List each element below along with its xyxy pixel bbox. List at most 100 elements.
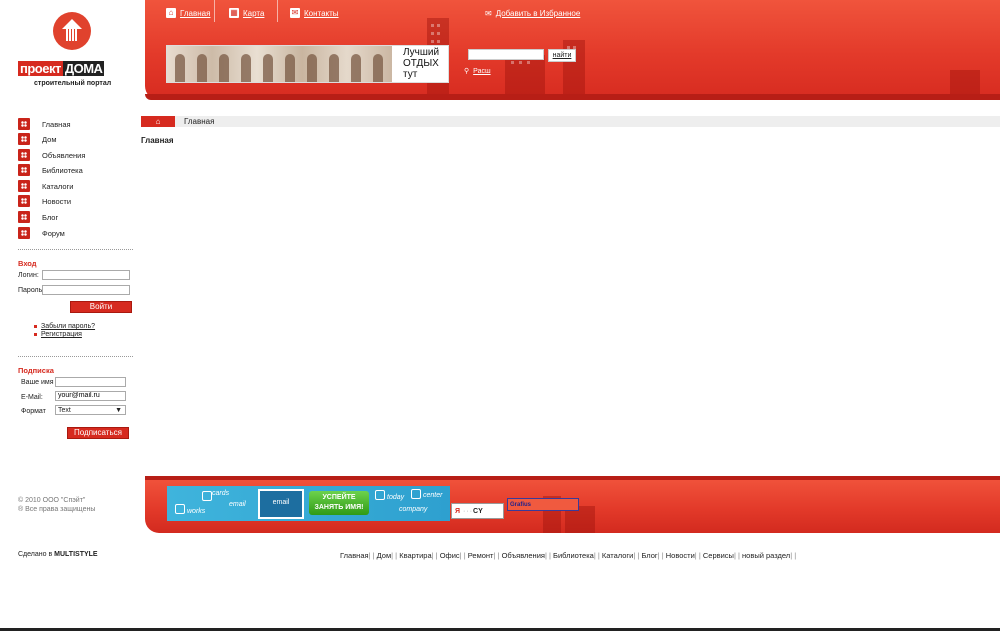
ad-cta-line1: УСПЕЙТЕ: [322, 494, 356, 501]
subscribe-button[interactable]: Подписаться: [67, 427, 129, 439]
logo[interactable]: проект ДОМА: [18, 61, 105, 76]
format-select[interactable]: Text ▼: [55, 405, 126, 415]
sidebar-item-label: Новости: [42, 196, 72, 206]
bottom-link[interactable]: Каталоги: [602, 551, 633, 560]
header-ad-banner[interactable]: Лучший ОТДЫХ тут: [166, 45, 449, 83]
password-input[interactable]: [42, 285, 130, 295]
login-input[interactable]: [42, 270, 130, 280]
login-button[interactable]: Войти: [70, 301, 132, 313]
register-link[interactable]: Регистрация: [34, 331, 82, 338]
yandex-cy-counter[interactable]: Я ···CY: [451, 503, 504, 519]
menu-bullet-icon: [18, 180, 30, 192]
banner-image: [167, 46, 392, 82]
ad-cta-button[interactable]: УСПЕЙТЕ ЗАНЯТЬ ИМЯ!: [309, 491, 369, 515]
logo-part2: ДОМА: [62, 61, 105, 76]
bullet-icon: [34, 333, 37, 336]
grafius-counter[interactable]: Grafius: [507, 498, 579, 511]
checkbox-icon: [411, 489, 421, 499]
topnav-home-label: Главная: [180, 8, 211, 18]
sidebar-item-label: Главная: [42, 119, 71, 129]
sidebar-item-ads[interactable]: Объявления: [18, 149, 85, 161]
topnav-map-label: Карта: [243, 8, 265, 18]
topnav-contacts[interactable]: ✉ Контакты: [290, 6, 339, 20]
format-value: Text: [58, 407, 71, 414]
grafius-label: Grafius: [510, 502, 532, 508]
menu-bullet-icon: [18, 164, 30, 176]
bottom-link[interactable]: Сервисы: [703, 551, 734, 560]
checkbox-icon: [175, 504, 185, 514]
advanced-search-link[interactable]: ⚲ Расш: [464, 67, 491, 76]
ad-word: works: [187, 508, 206, 515]
bottom-link[interactable]: Объявления: [502, 551, 545, 560]
building-decoration: [505, 55, 545, 94]
logo-icon[interactable]: [53, 12, 91, 50]
bottom-link[interactable]: новый раздел: [742, 551, 790, 560]
email-input[interactable]: [55, 391, 126, 401]
add-favorites-link[interactable]: ✉ Добавить в Избранное: [485, 6, 580, 20]
bottom-link[interactable]: Новости: [666, 551, 695, 560]
logo-subtitle: строительный портал: [34, 80, 112, 87]
bottom-link[interactable]: Дом: [377, 551, 392, 560]
sidebar-item-forum[interactable]: Форум: [18, 227, 65, 239]
nav-separator: [277, 0, 278, 22]
bottom-link[interactable]: Офис: [440, 551, 460, 560]
topnav-home[interactable]: ⌂ Главная: [166, 6, 210, 20]
ad-cta-line2: ЗАНЯТЬ ИМЯ!: [314, 504, 364, 511]
ad-word: center: [423, 492, 443, 499]
checkbox-icon: [375, 490, 385, 500]
menu-bullet-icon: [18, 195, 30, 207]
breadcrumb-home-button[interactable]: ⌂: [141, 116, 175, 127]
magnifier-icon: ⚲: [464, 68, 470, 75]
yandex-logo: Я: [455, 508, 461, 515]
bottom-link[interactable]: Библиотека: [553, 551, 594, 560]
menu-bullet-icon: [18, 227, 30, 239]
bottom-link[interactable]: Ремонт: [468, 551, 494, 560]
forgot-password-link[interactable]: Забыли пароль?: [34, 323, 95, 330]
add-favorites-label: Добавить в Избранное: [495, 8, 581, 18]
topnav-map[interactable]: ▦ Карта: [229, 6, 264, 20]
copyright-line2: ® Все права защищены: [18, 506, 96, 513]
envelope-icon: ✉: [485, 8, 492, 18]
topnav-contacts-label: Контакты: [304, 8, 339, 18]
sidebar-item-label: Библиотека: [42, 165, 83, 175]
mail-icon: ✉: [290, 8, 300, 18]
sidebar-item-label: Объявления: [42, 150, 86, 160]
footer-ad-banner[interactable]: cards email works today center company e…: [167, 486, 450, 521]
page-title: Главная: [141, 136, 174, 145]
bottom-link[interactable]: Главная: [340, 551, 369, 560]
made-by[interactable]: Сделано в MULTISTYLE: [18, 551, 98, 558]
login-title: Вход: [18, 259, 37, 268]
bullet-icon: [34, 325, 37, 328]
logo-part1: проект: [18, 61, 63, 76]
sidebar-item-home[interactable]: Главная: [18, 118, 71, 130]
copyright: © 2010 ООО "Спэйт" ® Все права защищены: [18, 496, 95, 514]
building-decoration: [950, 70, 980, 94]
name-input[interactable]: [55, 377, 126, 387]
format-label: Формат: [21, 408, 46, 415]
sidebar-item-house[interactable]: Дом: [18, 133, 57, 145]
email-label: E-Mail:: [21, 394, 43, 401]
breadcrumb-bar: [141, 116, 1000, 127]
ad-email-label: email: [272, 499, 290, 506]
sidebar-item-blog[interactable]: Блог: [18, 211, 58, 223]
bottom-link[interactable]: Квартира: [399, 551, 431, 560]
bottom-links: Главная| | Дом| | Квартира| | Офис| | Ре…: [340, 551, 797, 560]
bottom-link[interactable]: Блог: [641, 551, 657, 560]
home-icon: ⌂: [155, 117, 161, 126]
sidebar-item-news[interactable]: Новости: [18, 195, 71, 207]
sidebar-item-label: Дом: [42, 134, 57, 144]
sidebar-item-label: Каталоги: [42, 181, 74, 191]
menu-bullet-icon: [18, 149, 30, 161]
search-input[interactable]: [468, 49, 544, 60]
copyright-line1: © 2010 ООО "Спэйт": [18, 497, 86, 504]
advanced-search-label: Расш: [473, 67, 491, 75]
sidebar-item-library[interactable]: Библиотека: [18, 164, 83, 176]
menu-bullet-icon: [18, 133, 30, 145]
search-button[interactable]: найти: [548, 49, 576, 62]
menu-bullet-icon: [18, 118, 30, 130]
login-label: Логин:: [18, 272, 39, 279]
breadcrumb: Главная: [184, 117, 215, 126]
ad-word: email: [229, 501, 246, 508]
dropdown-arrow-icon: ▼: [115, 407, 122, 414]
sidebar-item-catalogs[interactable]: Каталоги: [18, 180, 73, 192]
